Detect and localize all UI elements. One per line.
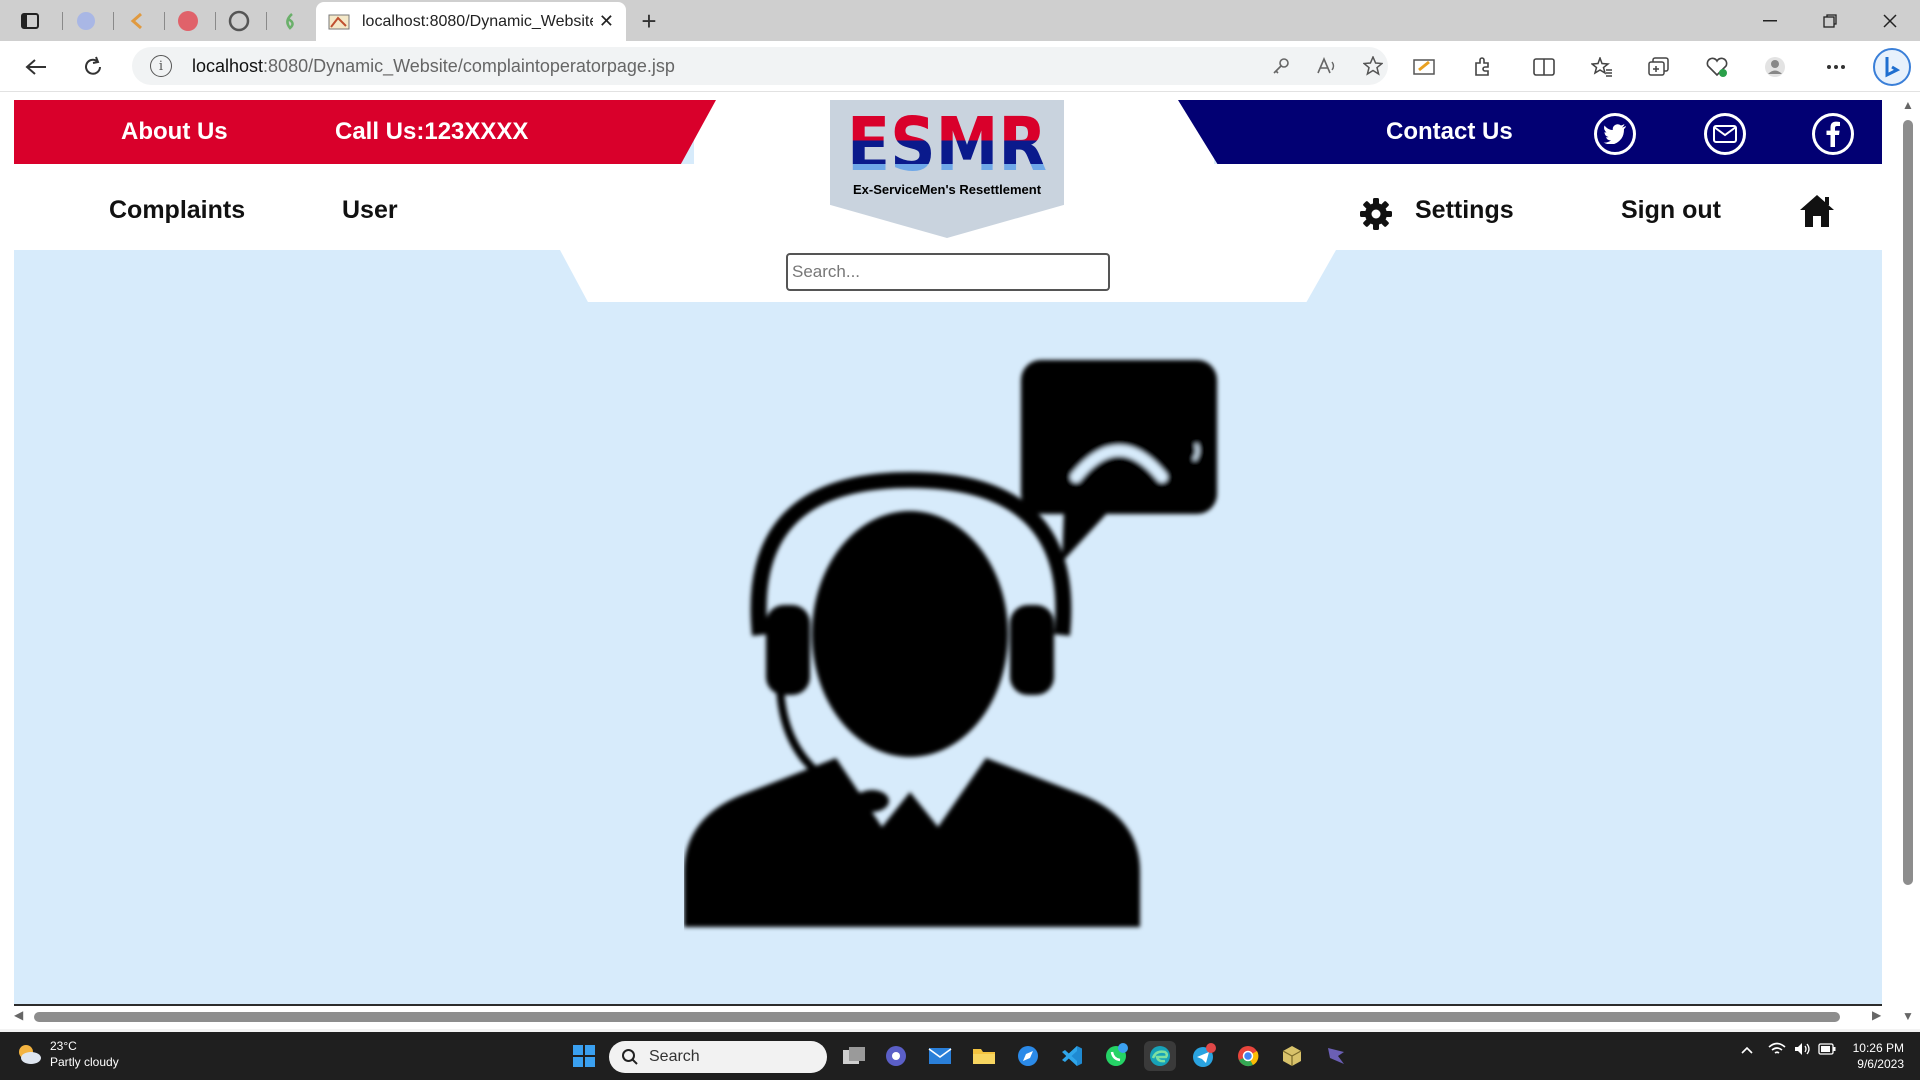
tab-actions-icon[interactable] [8, 4, 52, 37]
reload-icon[interactable] [75, 49, 111, 85]
windows-taskbar: 23°C Partly cloudy Search 10:26 PM 9/6/2… [0, 1032, 1920, 1080]
pinned-tab-2[interactable] [115, 4, 159, 37]
file-explorer-icon[interactable] [968, 1041, 1000, 1071]
restore-icon[interactable] [1800, 0, 1860, 41]
taskbar-search[interactable]: Search [609, 1041, 827, 1073]
pinned-tab-1[interactable] [64, 4, 108, 37]
github-icon[interactable] [217, 4, 261, 37]
telegram-icon[interactable] [1188, 1041, 1220, 1071]
twitter-icon[interactable] [1594, 113, 1636, 155]
task-view-icon[interactable] [838, 1041, 870, 1071]
settings-link[interactable]: Settings [1415, 196, 1514, 225]
pinned-tab-5[interactable] [268, 4, 312, 37]
web-page: About Us Call Us:123XXXX Contact Us ESMR… [14, 100, 1882, 1012]
key-icon[interactable] [1262, 47, 1300, 85]
vertical-scroll-thumb[interactable] [1903, 120, 1913, 885]
more-menu-icon[interactable] [1818, 49, 1854, 85]
page-viewport: About Us Call Us:123XXXX Contact Us ESMR… [0, 92, 1920, 1029]
esmr-logo-letters: ESMR [847, 106, 1047, 176]
app-cube-icon[interactable] [1276, 1041, 1308, 1071]
profile-avatar[interactable] [1757, 49, 1793, 85]
clock-time: 10:26 PM [1852, 1041, 1904, 1055]
scroll-up-icon[interactable]: ▲ [1902, 98, 1914, 112]
close-tab-icon[interactable]: ✕ [599, 11, 614, 32]
sign-out-link[interactable]: Sign out [1621, 196, 1721, 225]
tab-strip: localhost:8080/Dynamic_Website ✕ + [0, 0, 1920, 41]
teams-icon[interactable] [880, 1041, 912, 1071]
extensions-icon[interactable] [1464, 49, 1500, 85]
browser-essentials-icon[interactable] [1699, 49, 1735, 85]
battery-icon[interactable] [1818, 1042, 1836, 1058]
clock-date: 9/6/2023 [1857, 1057, 1904, 1071]
horizontal-scrollbar[interactable]: ◀ ▶ [0, 1006, 1896, 1026]
mail-app-icon[interactable] [924, 1041, 956, 1071]
system-clock[interactable]: 10:26 PM 9/6/2023 [1844, 1040, 1904, 1072]
start-icon[interactable] [568, 1041, 600, 1071]
collections-icon[interactable] [1641, 49, 1677, 85]
tab-title: localhost:8080/Dynamic_Website [362, 12, 593, 30]
pinned-tab-3[interactable] [166, 4, 210, 37]
top-blue-bar [1178, 100, 1882, 164]
favorites-icon[interactable] [1584, 49, 1620, 85]
partly-cloudy-icon [19, 1045, 41, 1064]
about-us-link[interactable]: About Us [121, 118, 228, 146]
active-tab[interactable]: localhost:8080/Dynamic_Website ✕ [316, 2, 626, 41]
bing-copilot-icon[interactable] [1872, 47, 1912, 87]
address-bar[interactable]: i localhost:8080/Dynamic_Website/complai… [132, 47, 1388, 85]
split-screen-icon[interactable] [1526, 49, 1562, 85]
scroll-right-icon[interactable]: ▶ [1872, 1008, 1881, 1022]
site-favicon [328, 14, 350, 29]
customer-support-illustration [684, 360, 1217, 927]
search-input[interactable] [786, 253, 1110, 291]
weather-text: Partly cloudy [50, 1055, 119, 1069]
safari-icon[interactable] [1012, 1041, 1044, 1071]
complaints-link[interactable]: Complaints [109, 196, 245, 225]
site-info-icon[interactable]: i [150, 55, 172, 77]
new-tab-button[interactable]: + [634, 6, 664, 36]
home-icon[interactable] [1799, 194, 1835, 233]
call-us-link[interactable]: Call Us:123XXXX [335, 118, 528, 146]
favorite-star-icon[interactable] [1354, 47, 1392, 85]
mail-icon[interactable] [1704, 113, 1746, 155]
whatsapp-icon[interactable] [1100, 1041, 1132, 1071]
close-window-icon[interactable] [1860, 0, 1920, 41]
volume-icon[interactable] [1794, 1042, 1812, 1059]
facebook-icon[interactable] [1812, 113, 1854, 155]
show-hidden-icons[interactable] [1740, 1042, 1754, 1058]
temperature: 23°C [50, 1039, 77, 1053]
weather-widget[interactable]: 23°C Partly cloudy [16, 1038, 119, 1070]
logo-subtitle: Ex-ServiceMen's Resettlement [852, 182, 1042, 197]
svg-text:ESMR: ESMR [847, 106, 1047, 176]
eclipse-icon[interactable] [1320, 1041, 1352, 1071]
browser-toolbar: i localhost:8080/Dynamic_Website/complai… [0, 41, 1920, 92]
search-icon [622, 1049, 638, 1065]
gear-icon[interactable] [1359, 197, 1393, 236]
taskbar-search-label: Search [649, 1048, 700, 1065]
minimize-icon[interactable] [1740, 0, 1800, 41]
back-icon[interactable] [18, 49, 54, 85]
url-text: localhost:8080/Dynamic_Website/complaint… [192, 55, 675, 76]
scroll-down-icon[interactable]: ▼ [1902, 1009, 1914, 1023]
contact-us-link[interactable]: Contact Us [1386, 118, 1513, 146]
chrome-icon[interactable] [1232, 1041, 1264, 1071]
read-aloud-icon[interactable] [1308, 47, 1346, 85]
extension-pen-icon[interactable] [1406, 49, 1442, 85]
vscode-icon[interactable] [1056, 1041, 1088, 1071]
scroll-left-icon[interactable]: ◀ [14, 1008, 23, 1022]
user-link[interactable]: User [342, 196, 398, 225]
vertical-scrollbar[interactable]: ▲ ▼ [1896, 92, 1920, 1029]
wifi-icon[interactable] [1768, 1042, 1786, 1059]
edge-icon[interactable] [1144, 1041, 1176, 1071]
horizontal-scroll-thumb[interactable] [34, 1012, 1840, 1022]
